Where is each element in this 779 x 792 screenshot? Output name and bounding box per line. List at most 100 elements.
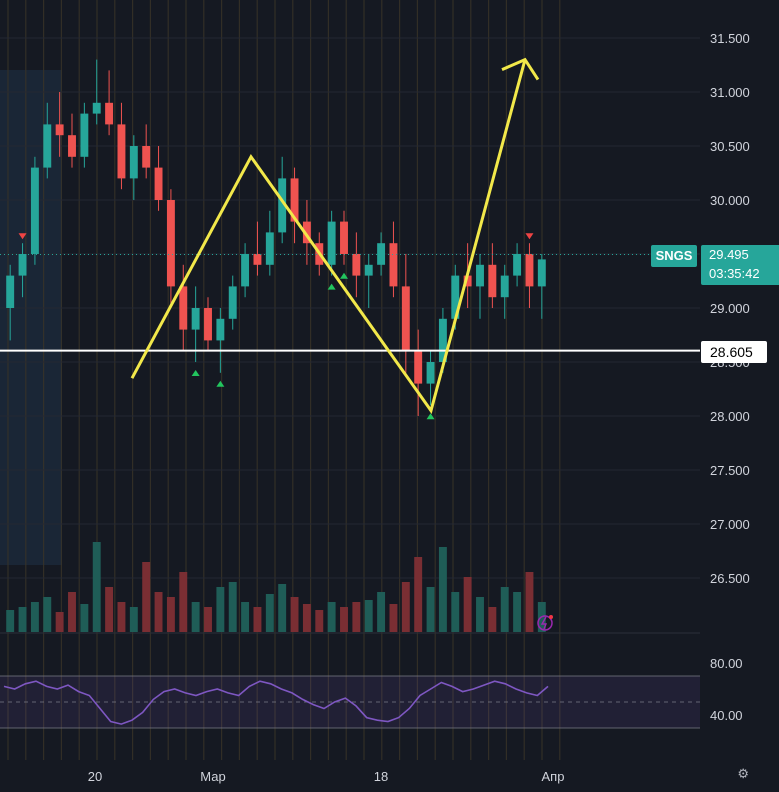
candle-body xyxy=(476,264,484,287)
ticker-badge[interactable]: SNGS xyxy=(651,245,697,267)
candle-body xyxy=(513,254,522,276)
gear-icon[interactable]: ⚙ xyxy=(737,766,749,782)
price-tick-label: 30.000 xyxy=(710,193,750,208)
volume-bar xyxy=(426,587,435,632)
candle-body xyxy=(426,362,435,384)
candle-body xyxy=(117,124,126,179)
volume-bar xyxy=(500,587,509,632)
price-tick-label: 30.500 xyxy=(710,139,750,154)
history-shade xyxy=(0,70,62,565)
session-separators xyxy=(7,0,561,760)
bar-countdown: 03:35:42 xyxy=(709,266,760,281)
candle-body xyxy=(68,135,76,157)
time-tick-label: 18 xyxy=(374,769,388,784)
volume-bar xyxy=(315,610,324,632)
volume-bar xyxy=(438,547,447,632)
candle-body xyxy=(389,243,398,287)
price-tick-label: 29.000 xyxy=(710,301,750,316)
volume-bar xyxy=(80,604,89,632)
candle-body xyxy=(241,254,250,287)
volume-bar xyxy=(43,597,52,632)
candle-body xyxy=(488,264,497,298)
volume-bar xyxy=(129,607,138,632)
volume-bar xyxy=(414,557,423,632)
volume-bar xyxy=(525,572,534,632)
volume-bar xyxy=(401,582,410,632)
candle-body xyxy=(500,275,509,298)
volume-bar xyxy=(476,597,484,632)
volume-bar xyxy=(327,602,336,632)
volume-bar xyxy=(117,602,126,632)
time-tick-label: Мар xyxy=(200,769,225,784)
candle-body xyxy=(265,232,274,265)
price-axis[interactable]: 26.50027.00027.50028.00028.50029.00029.5… xyxy=(710,31,750,586)
last-price-value: 29.495 xyxy=(709,247,749,262)
volume-bar xyxy=(513,592,522,632)
volume-bar xyxy=(488,607,497,632)
volume-bar xyxy=(179,572,188,632)
candle-body xyxy=(166,200,175,287)
volume-bar xyxy=(463,577,472,632)
candle-body xyxy=(525,254,534,287)
candle-body xyxy=(537,259,546,287)
candle-body xyxy=(6,275,15,308)
price-tick-label: 27.500 xyxy=(710,463,750,478)
candle-body xyxy=(92,102,101,114)
candle-body xyxy=(55,124,64,136)
price-tick-label: 26.500 xyxy=(710,571,750,586)
volume-bar xyxy=(68,592,76,632)
sell-marker xyxy=(525,233,534,240)
volume-bar xyxy=(352,602,361,632)
candle-body xyxy=(18,254,27,276)
level-price-badge[interactable]: 28.605 xyxy=(701,341,767,363)
candle-body xyxy=(253,254,262,265)
candle-body xyxy=(30,167,39,254)
volume-bar xyxy=(216,587,225,632)
candle-body xyxy=(142,146,151,168)
volume-bar xyxy=(228,582,237,632)
time-tick-label: 20 xyxy=(88,769,102,784)
rsi-tick-label: 40.00 xyxy=(710,708,743,723)
volume-bar xyxy=(241,602,250,632)
volume-bar xyxy=(142,562,151,632)
candle-body xyxy=(191,308,200,330)
candle-body xyxy=(204,308,212,341)
candle-body xyxy=(414,351,423,384)
volume-bar xyxy=(253,607,262,632)
candle-body xyxy=(228,286,237,319)
volume-bar xyxy=(18,607,27,632)
volume-bar xyxy=(451,592,460,632)
price-tick-label: 31.000 xyxy=(710,85,750,100)
candle-body xyxy=(327,221,336,265)
candle-body xyxy=(154,167,163,200)
volume-bar xyxy=(55,612,64,632)
history-region xyxy=(0,70,62,565)
volume-bar xyxy=(30,602,39,632)
volume-bar xyxy=(290,597,299,632)
candle-body xyxy=(401,286,410,352)
candle-body xyxy=(43,124,52,168)
candle-body xyxy=(364,264,373,276)
candle-body xyxy=(80,113,89,157)
price-tick-label: 28.000 xyxy=(710,409,750,424)
buy-marker xyxy=(191,370,200,376)
volume-bar xyxy=(105,587,114,632)
volume-bar xyxy=(340,607,348,632)
candle-body xyxy=(179,286,188,330)
volume-bar xyxy=(265,594,274,632)
volume-bar xyxy=(6,610,15,632)
volume-bar xyxy=(92,542,101,632)
volume-bar xyxy=(191,602,200,632)
time-tick-label: Апр xyxy=(542,769,565,784)
chart-canvas[interactable]: 26.50027.00027.50028.00028.50029.00029.5… xyxy=(0,0,779,792)
last-price-badge: 29.495 03:35:42 xyxy=(701,245,779,285)
candle-body xyxy=(216,318,225,341)
rsi-pane: 40.00 80.00 xyxy=(0,656,743,729)
candle-body xyxy=(340,221,348,254)
time-axis[interactable]: 20 Мар 18 Апр xyxy=(88,769,565,784)
price-tick-label: 27.000 xyxy=(710,517,750,532)
candle-body xyxy=(352,254,361,276)
volume-bar xyxy=(204,607,212,632)
buy-marker xyxy=(216,380,225,387)
volume-bar xyxy=(389,604,398,632)
